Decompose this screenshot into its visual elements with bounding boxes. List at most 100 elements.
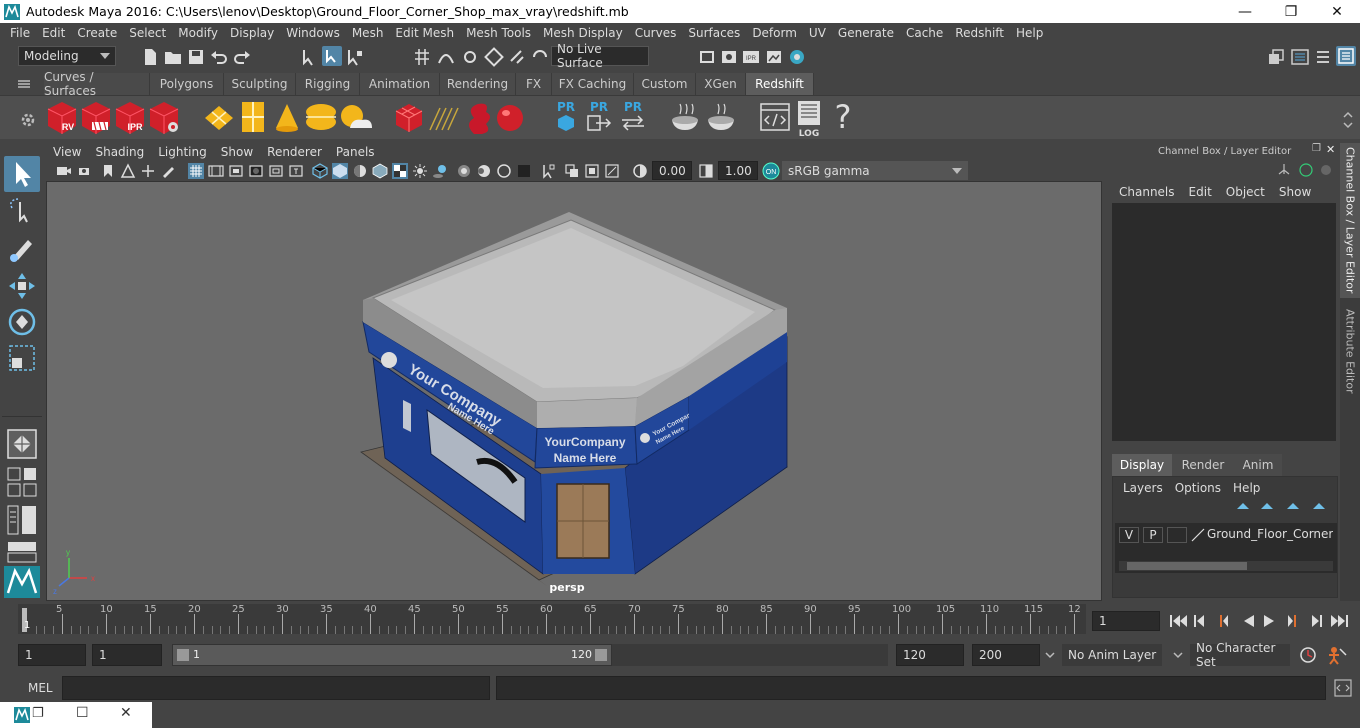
playback-start-field[interactable]: 1 xyxy=(92,644,162,666)
redo-icon[interactable] xyxy=(232,47,252,67)
restore-icon[interactable]: ❐ xyxy=(32,706,44,721)
2d-pan-zoom-icon[interactable] xyxy=(140,163,156,179)
layer-tab-render[interactable]: Render xyxy=(1172,454,1234,476)
play-forwards-icon[interactable] xyxy=(1264,615,1274,627)
menu-create[interactable]: Create xyxy=(71,26,123,40)
bookmark-icon[interactable] xyxy=(100,163,116,179)
cb-menu-object[interactable]: Object xyxy=(1219,185,1272,199)
select-camera-icon[interactable] xyxy=(56,163,72,179)
cb-menu-show[interactable]: Show xyxy=(1272,185,1318,199)
shelf-tab-polygons[interactable]: Polygons xyxy=(150,73,224,95)
snap-to-curve-icon[interactable] xyxy=(436,47,456,67)
range-slider[interactable]: 1 120 xyxy=(172,644,612,666)
playback-end-field[interactable]: 120 xyxy=(896,644,964,666)
select-by-hierarchy-icon[interactable] xyxy=(300,47,320,67)
shelf-tab-sculpting[interactable]: Sculpting xyxy=(224,73,296,95)
snap-to-view-plane-icon[interactable] xyxy=(484,47,504,67)
field-chart-icon[interactable] xyxy=(268,163,284,179)
command-language-toggle[interactable]: MEL xyxy=(28,681,53,695)
layer-tab-anim[interactable]: Anim xyxy=(1234,454,1282,476)
redshift-script-editor-icon[interactable] xyxy=(760,102,790,132)
chevron-down-icon[interactable] xyxy=(1044,649,1056,661)
close-icon[interactable]: ✕ xyxy=(120,705,132,721)
layer-menu-layers[interactable]: Layers xyxy=(1117,481,1169,495)
range-start-handle[interactable] xyxy=(177,649,189,661)
shelf-tab-curves-surfaces[interactable]: Curves / Surfaces xyxy=(44,70,150,98)
select-by-object-icon[interactable] xyxy=(322,46,342,66)
redshift-hair-icon[interactable] xyxy=(426,104,460,132)
layer-tab-display[interactable]: Display xyxy=(1112,454,1172,476)
single-perspective-view-icon[interactable] xyxy=(6,428,38,460)
redshift-material-blender-icon[interactable] xyxy=(704,102,738,134)
shelf-tab-rendering[interactable]: Rendering xyxy=(440,73,516,95)
modeling-toolkit-icon[interactable] xyxy=(1266,47,1286,67)
menu-mesh[interactable]: Mesh xyxy=(346,26,390,40)
save-scene-icon[interactable] xyxy=(186,47,206,67)
image-plane-icon[interactable] xyxy=(120,163,136,179)
new-scene-icon[interactable] xyxy=(140,47,160,67)
shadows-icon[interactable] xyxy=(432,163,448,179)
maximize-button[interactable]: ❐ xyxy=(1268,0,1314,23)
menu-cache[interactable]: Cache xyxy=(900,26,949,40)
auto-key-icon[interactable] xyxy=(1298,645,1318,665)
scale-tool-icon[interactable] xyxy=(6,342,38,374)
shelf-tab-animation[interactable]: Animation xyxy=(360,73,440,95)
render-view-icon[interactable] xyxy=(764,47,784,67)
redshift-volume-icon[interactable] xyxy=(464,100,496,136)
anim-layer-field[interactable]: No Anim Layer xyxy=(1062,644,1162,666)
perspective-viewport[interactable]: Your Company Name Here YourCompany Name … xyxy=(46,181,1102,601)
cb-menu-edit[interactable]: Edit xyxy=(1182,185,1219,199)
channel-box-toggle-icon[interactable] xyxy=(1336,46,1356,66)
mode-dropdown[interactable]: Modeling xyxy=(18,46,116,66)
menu-file[interactable]: File xyxy=(4,26,36,40)
shelf-tab-fx-caching[interactable]: FX Caching xyxy=(552,73,634,95)
undo-icon[interactable] xyxy=(209,47,229,67)
panel-menu-view[interactable]: View xyxy=(46,145,88,159)
shelf-tab-rigging[interactable]: Rigging xyxy=(296,73,360,95)
default-material-icon[interactable] xyxy=(352,163,368,179)
time-slider[interactable]: 5 10 15 20 25 30 35 40 45 50 55 60 65 70 75 80 85 90 95 100… xyxy=(18,604,1086,634)
character-set-field[interactable]: No Character Set xyxy=(1190,641,1290,669)
layer-type-toggle[interactable] xyxy=(1167,527,1187,543)
smooth-shade-icon[interactable] xyxy=(332,163,348,179)
frame-selected-icon[interactable] xyxy=(584,163,600,179)
step-back-frame-icon[interactable] xyxy=(1220,615,1228,627)
menu-deform[interactable]: Deform xyxy=(746,26,803,40)
hypershade-icon[interactable] xyxy=(787,47,807,67)
current-frame-field[interactable]: 1 xyxy=(1092,611,1160,631)
redshift-render-settings-icon[interactable] xyxy=(148,100,182,136)
cb-menu-channels[interactable]: Channels xyxy=(1112,185,1182,199)
layer-playback-toggle[interactable]: P xyxy=(1143,527,1163,543)
redshift-ipr-icon[interactable]: IPR xyxy=(114,100,146,136)
redshift-sun-sky-icon[interactable] xyxy=(338,102,374,132)
layer-visibility-toggle[interactable]: V xyxy=(1119,527,1139,543)
wireframe-shading-icon[interactable] xyxy=(312,163,328,179)
safe-action-icon[interactable] xyxy=(288,163,304,179)
use-all-lights-icon[interactable] xyxy=(412,163,428,179)
paint-select-tool-icon[interactable] xyxy=(6,232,38,264)
menu-generate[interactable]: Generate xyxy=(832,26,900,40)
animation-preferences-icon[interactable] xyxy=(1326,645,1348,665)
go-to-start-icon[interactable] xyxy=(1170,615,1187,627)
attribute-editor-toggle-icon[interactable] xyxy=(1290,47,1310,67)
panel-menu-show[interactable]: Show xyxy=(214,145,260,159)
grease-pencil-icon[interactable] xyxy=(160,163,176,179)
panel-menu-lighting[interactable]: Lighting xyxy=(151,145,214,159)
four-view-layout-icon[interactable] xyxy=(6,466,38,498)
panel-menu-shading[interactable]: Shading xyxy=(88,145,151,159)
grid-toggle-icon[interactable] xyxy=(188,163,204,179)
rotate-tool-icon[interactable] xyxy=(6,306,38,338)
side-tab-channel-box[interactable]: Channel Box / Layer Editor xyxy=(1340,143,1360,298)
close-button[interactable]: ✕ xyxy=(1314,0,1360,23)
make-live-icon[interactable] xyxy=(507,47,527,67)
menu-modify[interactable]: Modify xyxy=(172,26,224,40)
layer-menu-options[interactable]: Options xyxy=(1169,481,1227,495)
gamma-icon[interactable] xyxy=(698,163,714,179)
ambient-occlusion-icon[interactable] xyxy=(516,163,532,179)
xray-components-icon[interactable] xyxy=(496,163,512,179)
select-by-component-icon[interactable] xyxy=(345,47,365,67)
step-back-key-icon[interactable] xyxy=(1194,615,1204,627)
shelf-settings-button[interactable] xyxy=(18,110,38,130)
pr-mesh-button[interactable]: PR xyxy=(552,100,580,136)
pr-sync-button[interactable]: PR xyxy=(618,100,648,136)
